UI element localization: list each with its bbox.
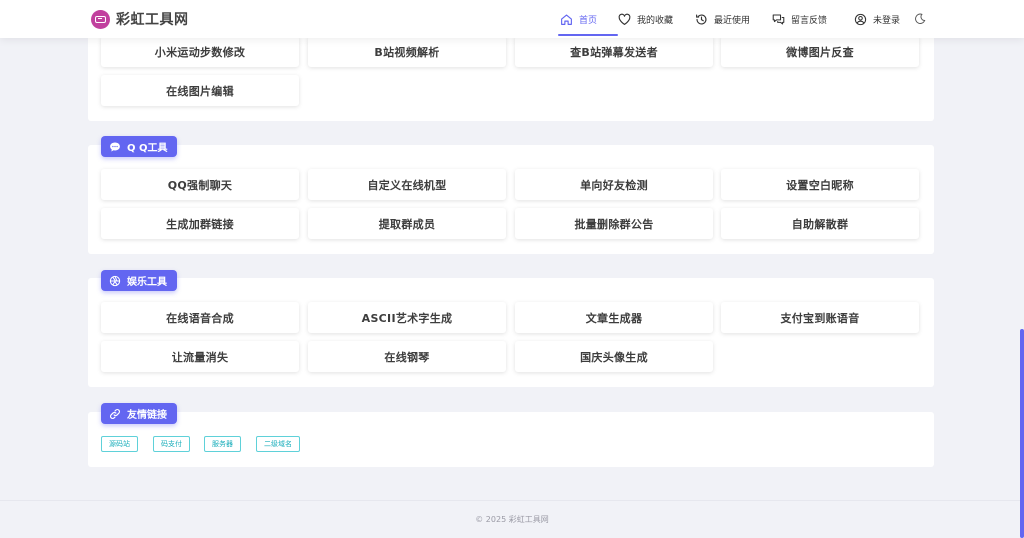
friend-link[interactable]: 码支付 [153,436,190,452]
footer: © 2025 彩虹工具网 [0,500,1024,538]
tool-button[interactable]: 设置空白昵称 [721,169,919,200]
main-nav: 首页 我的收藏 最近使用 留言反馈 未登录 [558,0,926,38]
heart-icon [618,13,631,25]
brand[interactable]: 彩虹工具网 [91,9,189,29]
tool-button[interactable]: 文章生成器 [515,302,713,333]
scrollbar-thumb[interactable] [1020,329,1024,538]
tool-button[interactable]: 自定义在线机型 [308,169,506,200]
tool-button[interactable]: 在线语音合成 [101,302,299,333]
theme-toggle-button[interactable] [914,0,926,38]
section-title-entertainment: 娱乐工具 [101,270,177,291]
tool-button[interactable]: 支付宝到账语音 [721,302,919,333]
tool-button[interactable]: 国庆头像生成 [515,341,713,372]
tool-button[interactable]: 微博图片反查 [721,36,919,67]
nav-item-label: 未登录 [873,15,901,26]
nav-item-label: 首页 [579,15,598,26]
nav-item-feedback[interactable]: 留言反馈 [772,0,854,38]
section-title-qq: Q Q工具 [101,136,178,157]
tool-button[interactable]: B站视频解析 [308,36,506,67]
copyright-text: © 2025 彩虹工具网 [475,515,549,524]
tool-button[interactable]: 生成加群链接 [101,208,299,239]
nav-item-label: 我的收藏 [637,15,674,26]
section-title-label: 友情链接 [127,410,167,421]
tool-button[interactable]: 小米运动步数修改 [101,36,299,67]
tool-button[interactable]: 让流量消失 [101,341,299,372]
home-icon [561,13,572,25]
toolbox-logo-icon [91,9,110,29]
section-title-label: 娱乐工具 [127,277,167,288]
top-navbar: 彩虹工具网 首页 我的收藏 最近使用 留言反馈 未登录 [0,0,1024,38]
nav-item-recent[interactable]: 最近使用 [695,0,772,38]
brand-name: 彩虹工具网 [116,12,189,28]
chat-bubbles-icon [772,14,785,24]
tool-button[interactable]: 单向好友检测 [515,169,713,200]
history-icon [696,13,707,25]
friend-link[interactable]: 服务器 [204,436,241,452]
tool-button[interactable]: 在线图片编辑 [101,75,299,106]
nav-item-login[interactable]: 未登录 [854,0,914,38]
friend-link[interactable]: 源码站 [101,436,138,452]
tool-button[interactable]: 查B站弹幕发送者 [515,36,713,67]
section-title-label: Q Q工具 [127,143,168,154]
tool-button[interactable]: 批量删除群公告 [515,208,713,239]
tool-button[interactable]: 自助解散群 [721,208,919,239]
tool-button[interactable]: 在线钢琴 [308,341,506,372]
tool-button[interactable]: QQ强制聊天 [101,169,299,200]
nav-item-label: 最近使用 [714,15,751,26]
nav-item-favorites[interactable]: 我的收藏 [618,0,695,38]
friend-link[interactable]: 二级域名 [256,436,300,452]
aperture-icon [109,275,121,286]
tool-button[interactable]: 提取群成员 [308,208,506,239]
nav-item-home[interactable]: 首页 [558,0,618,38]
nav-item-label: 留言反馈 [791,15,828,26]
section-title-links: 友情链接 [101,403,177,424]
user-icon [854,13,867,25]
tool-button[interactable]: ASCII艺术字生成 [308,302,506,333]
link-icon [110,408,120,419]
moon-icon [915,13,926,24]
chat-icon [110,142,120,151]
